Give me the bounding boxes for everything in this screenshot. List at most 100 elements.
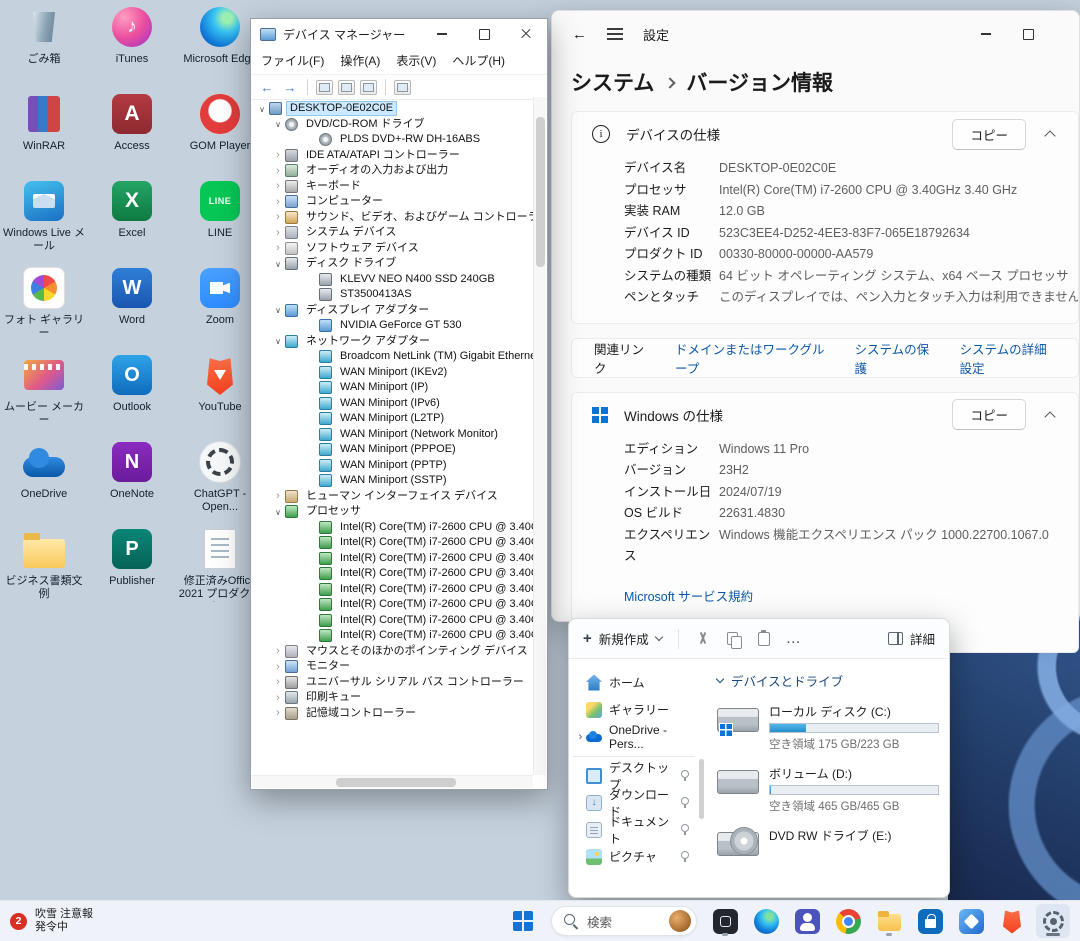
tree-item[interactable]: Intel(R) Core(TM) i7-2600 CPU @ 3.40GHz — [252, 535, 533, 551]
tree-item[interactable]: ディスク ドライブ — [252, 256, 533, 272]
drive-item[interactable]: ローカル ディスク (C:) 空き領域 175 GB/223 GB — [717, 703, 941, 752]
tree-item[interactable]: NVIDIA GeForce GT 530 — [252, 318, 533, 334]
tree-item[interactable]: PLDS DVD+-RW DH-16ABS — [252, 132, 533, 148]
device-manager-titlebar[interactable]: デバイス マネージャー — [251, 19, 547, 49]
desktop-icon[interactable]: ごみ箱 — [1, 4, 87, 91]
horizontal-scrollbar[interactable] — [252, 775, 533, 788]
related-link[interactable]: システムの詳細設定 — [960, 339, 1057, 377]
more-options-icon[interactable] — [786, 630, 801, 648]
tree-item[interactable]: システム デバイス — [252, 225, 533, 241]
expander-icon[interactable] — [271, 149, 285, 161]
chevron-up-icon[interactable] — [1044, 411, 1055, 422]
new-button[interactable]: 新規作成 — [583, 629, 662, 648]
desktop-icon[interactable]: Access — [89, 91, 175, 178]
copy-button[interactable]: コピー — [952, 119, 1026, 150]
minimize-button[interactable] — [965, 11, 1007, 57]
expander-icon[interactable] — [271, 211, 285, 223]
tree-item[interactable]: 記憶域コントローラー — [252, 706, 533, 722]
tree-item[interactable]: オーディオの入力および出力 — [252, 163, 533, 179]
tree-item[interactable]: DESKTOP-0E02C0E — [252, 101, 533, 117]
minimize-button[interactable] — [421, 19, 463, 49]
tree-item[interactable]: Intel(R) Core(TM) i7-2600 CPU @ 3.40GHz — [252, 597, 533, 613]
expander-icon[interactable] — [271, 335, 285, 347]
taskbar-app[interactable] — [954, 904, 988, 938]
maximize-button[interactable] — [1007, 11, 1049, 57]
tree-item[interactable]: ディスプレイ アダプター — [252, 303, 533, 319]
tree-item[interactable]: キーボード — [252, 179, 533, 195]
tree-item[interactable]: モニター — [252, 659, 533, 675]
start-button[interactable] — [506, 904, 540, 938]
maximize-button[interactable] — [463, 19, 505, 49]
desktop-icon[interactable]: ムービー メーカー — [1, 352, 87, 439]
menu-item[interactable]: ヘルプ(H) — [452, 52, 505, 69]
desktop-icon[interactable]: OneNote — [89, 439, 175, 526]
sidebar-item[interactable]: ギャラリー — [569, 696, 697, 723]
sidebar-item[interactable]: OneDrive - Pers... — [569, 723, 697, 750]
taskbar-app[interactable] — [995, 904, 1029, 938]
drive-item[interactable]: ボリューム (D:) 空き領域 465 GB/465 GB — [717, 765, 941, 814]
desktop-icon[interactable]: WinRAR — [1, 91, 87, 178]
tree-item[interactable]: 印刷キュー — [252, 690, 533, 706]
tree-item[interactable]: WAN Miniport (IKEv2) — [252, 365, 533, 381]
expander-icon[interactable] — [271, 258, 285, 270]
vertical-scrollbar[interactable] — [533, 97, 546, 775]
expander-icon[interactable] — [271, 506, 285, 518]
expander-icon[interactable] — [271, 692, 285, 704]
copy-icon[interactable] — [727, 632, 738, 645]
sidebar-item[interactable]: ホーム — [569, 669, 697, 696]
expander-icon[interactable] — [575, 731, 586, 743]
search-box[interactable]: 検索 — [551, 906, 697, 936]
expander-icon[interactable] — [271, 180, 285, 192]
scrollbar-thumb[interactable] — [536, 117, 545, 267]
search-highlight-icon[interactable] — [669, 910, 691, 932]
tree-item[interactable]: ユニバーサル シリアル バス コントローラー — [252, 675, 533, 691]
properties-icon[interactable] — [338, 80, 355, 95]
tree-item[interactable]: ネットワーク アダプター — [252, 334, 533, 350]
close-button[interactable] — [505, 19, 547, 49]
tree-item[interactable]: コンピューター — [252, 194, 533, 210]
hamburger-menu-icon[interactable] — [607, 28, 623, 40]
expander-icon[interactable] — [271, 196, 285, 208]
related-link[interactable]: システムの保護 — [855, 339, 930, 377]
tree-item[interactable]: WAN Miniport (PPPOE) — [252, 442, 533, 458]
tree-item[interactable]: Intel(R) Core(TM) i7-2600 CPU @ 3.40GHz — [252, 520, 533, 536]
expander-icon[interactable] — [271, 645, 285, 657]
tree-item[interactable]: WAN Miniport (SSTP) — [252, 473, 533, 489]
expander-icon[interactable] — [271, 661, 285, 673]
taskbar-app[interactable] — [872, 904, 906, 938]
taskbar-app[interactable] — [831, 904, 865, 938]
menu-item[interactable]: 操作(A) — [340, 52, 380, 69]
expander-icon[interactable] — [271, 165, 285, 177]
settings-titlebar[interactable]: 設定 — [552, 11, 1079, 57]
tree-item[interactable]: マウスとそのほかのポインティング デバイス — [252, 644, 533, 660]
desktop-icon[interactable]: ビジネス書類文例 — [1, 526, 87, 613]
tree-item[interactable]: Intel(R) Core(TM) i7-2600 CPU @ 3.40GHz — [252, 551, 533, 567]
menu-item[interactable]: ファイル(F) — [261, 52, 324, 69]
tree-item[interactable]: IDE ATA/ATAPI コントローラー — [252, 148, 533, 164]
desktop-icon[interactable]: Word — [89, 265, 175, 352]
expander-icon[interactable] — [271, 676, 285, 688]
tree-item[interactable]: Intel(R) Core(TM) i7-2600 CPU @ 3.40GHz — [252, 613, 533, 629]
chevron-up-icon[interactable] — [1044, 130, 1055, 141]
windows-spec-header[interactable]: Windows の仕様 コピー — [572, 393, 1078, 437]
taskbar-app[interactable] — [913, 904, 947, 938]
scrollbar-thumb[interactable] — [336, 778, 456, 787]
tree-item[interactable]: WAN Miniport (L2TP) — [252, 411, 533, 427]
help-icon[interactable] — [360, 80, 377, 95]
license-link[interactable]: Microsoft サービス規約 — [624, 586, 1058, 605]
tree-item[interactable]: WAN Miniport (IPv6) — [252, 396, 533, 412]
desktop-icon[interactable]: フォト ギャラリー — [1, 265, 87, 352]
desktop-icon[interactable]: iTunes — [89, 4, 175, 91]
cut-icon[interactable] — [695, 631, 711, 647]
tree-item[interactable]: Intel(R) Core(TM) i7-2600 CPU @ 3.40GHz — [252, 582, 533, 598]
sidebar-item[interactable]: ドキュメント — [569, 816, 697, 843]
forward-icon[interactable] — [281, 79, 299, 96]
tree-item[interactable]: プロセッサ — [252, 504, 533, 520]
related-link[interactable]: ドメインまたはワークグループ — [675, 339, 825, 377]
breadcrumb-section[interactable]: システム — [571, 67, 654, 97]
expander-icon[interactable] — [271, 227, 285, 239]
details-button[interactable]: 詳細 — [888, 629, 935, 648]
expander-icon[interactable] — [271, 118, 285, 130]
taskbar-app[interactable] — [749, 904, 783, 938]
copy-button[interactable]: コピー — [952, 399, 1026, 430]
